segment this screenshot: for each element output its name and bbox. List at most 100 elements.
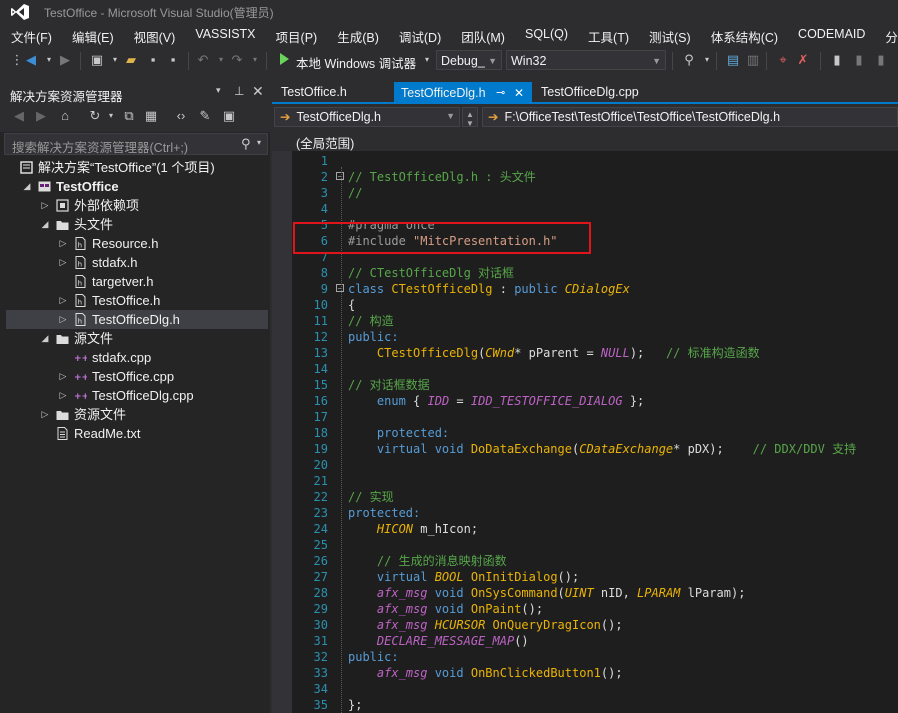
code-line[interactable]: 10 { [272,297,898,313]
next-bookmark-icon[interactable]: ▮ [874,53,888,67]
sync-icon[interactable]: ↻ [88,109,102,123]
start-debugging-button[interactable]: 本地 Windows 调试器 [296,53,416,72]
menu-item[interactable]: 项目(P) [276,24,318,46]
collapsed-arrow-icon[interactable]: ▷ [58,291,68,310]
code-line[interactable]: 14 [272,361,898,377]
view-code-icon[interactable]: ‹› [174,109,188,123]
save-icon[interactable]: ▪ [146,53,160,67]
redo-dropdown-icon[interactable]: ▾ [248,53,262,67]
search-options-icon[interactable]: ▾ [257,138,261,147]
code-line[interactable]: 8 // CTestOfficeDlg 对话框 [272,265,898,281]
code-line[interactable]: 15 // 对话框数据 [272,377,898,393]
solution-platform-combo[interactable]: Win32 ▼ [506,50,666,70]
code-line[interactable]: 16 enum { IDD = IDD_TESTOFFICE_DIALOG }; [272,393,898,409]
undo-icon[interactable]: ↶ [196,53,210,67]
scope-label[interactable]: (全局范围) [296,133,354,152]
menu-item[interactable]: 工具(T) [588,24,629,46]
new-dropdown-icon[interactable]: ▾ [108,53,122,67]
forward-icon[interactable]: ▶ [58,53,72,67]
preview-icon[interactable]: ▣ [222,109,236,123]
collapsed-arrow-icon[interactable]: ▷ [58,310,68,329]
debugger-dropdown-icon[interactable]: ▾ [420,53,434,67]
code-line[interactable]: 26 // 生成的消息映射函数 [272,553,898,569]
split-toggle[interactable]: ▲ ▼ [462,107,478,127]
code-line[interactable]: 25 [272,537,898,553]
tree-item[interactable]: ▷ h TestOfficeDlg.h [6,310,268,329]
panel-menu-icon[interactable]: ▾ [216,85,221,96]
forward-icon[interactable]: ▶ [34,109,48,123]
code-line[interactable]: 22 // 实现 [272,489,898,505]
properties-wrench-icon[interactable]: ✎ [198,109,212,123]
undo-dropdown-icon[interactable]: ▾ [214,53,228,67]
collapsed-arrow-icon[interactable]: ▷ [58,253,68,272]
tree-item[interactable]: ◢ 头文件 [6,215,268,234]
code-line[interactable]: 18 protected: [272,425,898,441]
menu-item[interactable]: 分析(N) [885,24,898,46]
collapse-all-icon[interactable]: ⧉ [122,109,136,123]
expanded-arrow-icon[interactable]: ◢ [40,215,50,234]
code-line[interactable]: 19 virtual void DoDataExchange(CDataExch… [272,441,898,457]
pin-icon[interactable]: ⊥ [234,84,244,98]
menu-item[interactable]: 视图(V) [134,24,176,46]
collapsed-arrow-icon[interactable]: ▷ [40,196,50,215]
code-line[interactable]: 32 public: [272,649,898,665]
collapsed-arrow-icon[interactable]: ▷ [58,386,68,405]
add-breakpoint-icon[interactable]: ⌖ [776,53,790,67]
code-line[interactable]: 20 [272,457,898,473]
code-line[interactable]: 27 virtual BOOL OnInitDialog(); [272,569,898,585]
find-dropdown-icon[interactable]: ▾ [700,53,714,67]
tree-item[interactable]: ▷ ++ TestOffice.cpp [6,367,268,386]
menu-item[interactable]: 团队(M) [461,24,505,46]
member-scope-combo[interactable]: ➔ F:\OfficeTest\TestOffice\TestOffice\Tes… [482,107,898,127]
find-in-files-icon[interactable]: ⚲ [682,53,696,67]
file-scope-combo[interactable]: ➔ TestOfficeDlg.h ▼ [274,107,460,127]
tree-item[interactable]: ▷ 外部依赖项 [6,196,268,215]
new-project-icon[interactable]: ▣ [90,53,104,67]
close-icon[interactable]: ✕ [252,83,264,100]
start-debugging-icon[interactable] [280,53,289,65]
menu-item[interactable]: 文件(F) [11,24,52,46]
back-dropdown-icon[interactable]: ▾ [42,53,56,67]
code-line[interactable]: 29 afx_msg void OnPaint(); [272,601,898,617]
home-icon[interactable]: ⌂ [58,109,72,123]
code-line[interactable]: 4 [272,201,898,217]
editor-tab[interactable]: TestOfficeDlg.cpp [534,82,644,102]
properties-icon[interactable]: ▥ [746,53,760,67]
collapsed-arrow-icon[interactable]: ▷ [58,234,68,253]
code-line[interactable]: 33 afx_msg void OnBnClickedButton1(); [272,665,898,681]
code-line[interactable]: 35}; [272,697,898,713]
code-line[interactable]: 17 [272,409,898,425]
show-all-files-icon[interactable]: ▦ [144,109,158,123]
open-folder-icon[interactable]: ▰ [124,53,138,67]
tree-item[interactable]: ++ stdafx.cpp [6,348,268,367]
back-icon[interactable]: ◀ [12,109,26,123]
code-line[interactable]: 34 [272,681,898,697]
redo-icon[interactable]: ↷ [230,53,244,67]
tree-item[interactable]: ▷ ++ TestOfficeDlg.cpp [6,386,268,405]
tree-item[interactable]: ▷ h Resource.h [6,234,268,253]
code-line[interactable]: 30 afx_msg HCURSOR OnQueryDragIcon(); [272,617,898,633]
menu-item[interactable]: SQL(Q) [525,24,568,46]
code-line[interactable]: 24 HICON m_hIcon; [272,521,898,537]
remove-breakpoint-icon[interactable]: ✗ [796,53,810,67]
solution-explorer-icon[interactable]: ▤ [726,53,740,67]
code-line[interactable]: 9− class CTestOfficeDlg : public CDialogE… [272,281,898,297]
editor-tab[interactable]: TestOffice.h [274,82,392,102]
code-line[interactable]: 13 CTestOfficeDlg(CWnd* pParent = NULL);… [272,345,898,361]
menu-item[interactable]: 调试(D) [399,24,441,46]
menu-item[interactable]: 测试(S) [649,24,691,46]
sync-dropdown-icon[interactable]: ▾ [104,109,118,123]
tree-item[interactable]: h targetver.h [6,272,268,291]
code-line[interactable]: 1 [272,153,898,169]
code-line[interactable]: 12 public: [272,329,898,345]
code-line[interactable]: 23 protected: [272,505,898,521]
prev-bookmark-icon[interactable]: ▮ [852,53,866,67]
code-line[interactable]: 3 // [272,185,898,201]
tree-item[interactable]: ▷ h stdafx.h [6,253,268,272]
solution-explorer-search[interactable]: 搜索解决方案资源管理器(Ctrl+;) ⚲ ▾ [4,133,268,155]
tree-item[interactable]: 解决方案“TestOffice”(1 个项目) [6,158,268,177]
code-line[interactable]: 2−// TestOfficeDlg.h : 头文件 [272,169,898,185]
menu-item[interactable]: 体系结构(C) [711,24,778,46]
editor-tab[interactable]: TestOfficeDlg.h ⊸ ✕ [394,82,532,102]
tree-item[interactable]: ReadMe.txt [6,424,268,443]
